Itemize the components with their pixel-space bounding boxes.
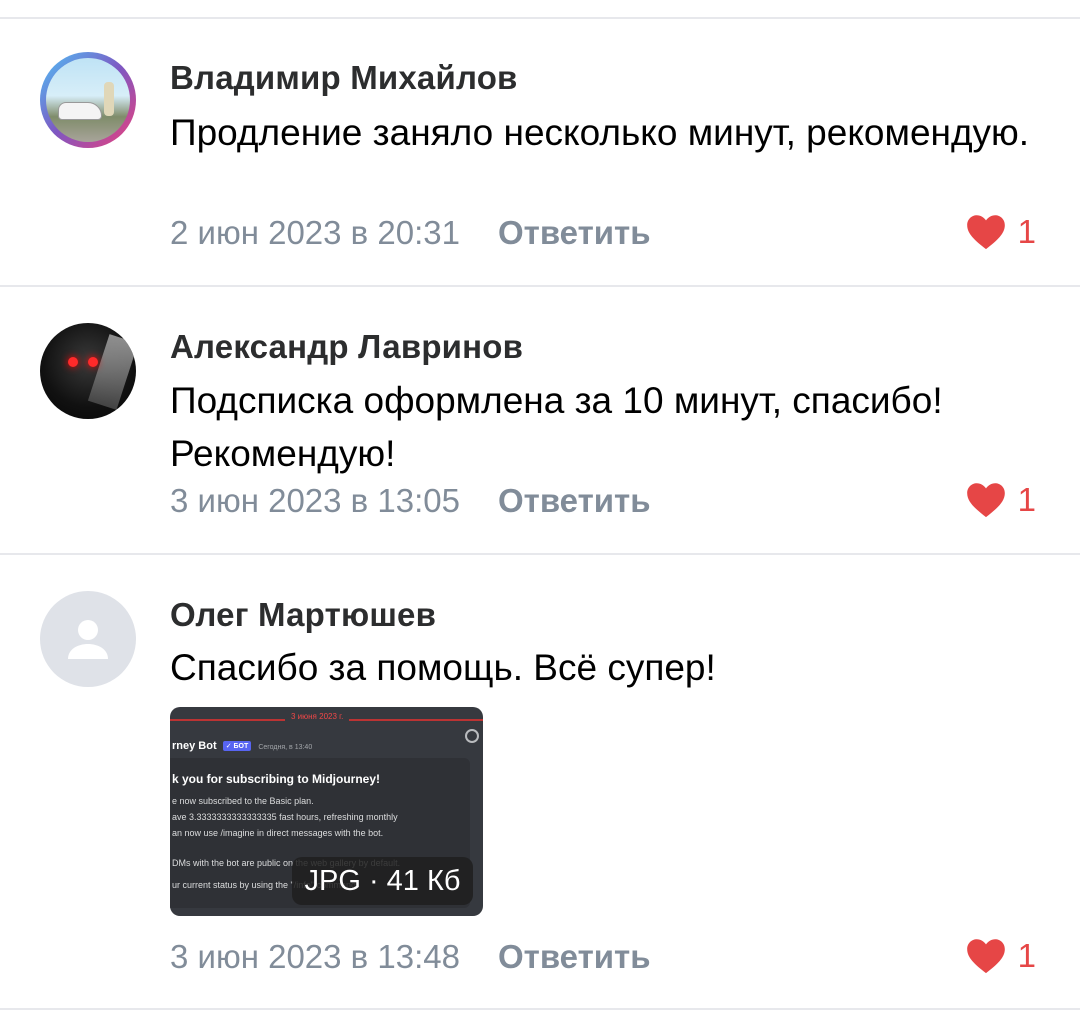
car-image [58, 102, 102, 120]
avatar-eye [68, 357, 78, 367]
like-button[interactable]: 1 [966, 481, 1036, 519]
avatar[interactable] [40, 323, 136, 419]
bot-badge: ✓ БОТ [222, 741, 252, 752]
comment-author[interactable]: Александр Лавринов [170, 328, 523, 366]
like-count: 1 [1017, 937, 1036, 974]
preview-line: an now use /imagine in direct messages w… [172, 828, 384, 838]
comment-item: Александр Лавринов Подсписка оформлена з… [0, 287, 1080, 553]
comment-author[interactable]: Олег Мартюшев [170, 596, 436, 634]
comment-date: 3 июн 2023 в 13:05 [170, 482, 460, 519]
avatar-eye [88, 357, 98, 367]
like-button[interactable]: 1 [966, 937, 1036, 975]
heart-icon [966, 939, 1005, 974]
comment-text: Продление заняло несколько минут, рекоме… [170, 112, 1030, 153]
like-button[interactable]: 1 [966, 213, 1036, 251]
avatar-photo [46, 58, 130, 142]
comment-author[interactable]: Владимир Михайлов [170, 59, 518, 97]
person-image [104, 82, 114, 116]
attachment-size-label: JPG · 41 Кб [292, 857, 473, 905]
preview-line: ave 3.3333333333333335 fast hours, refre… [172, 812, 398, 822]
reply-button[interactable]: Ответить [498, 482, 651, 520]
comment-text: Спасибо за помощь. Всё супер! [170, 647, 716, 688]
avatar[interactable] [40, 52, 136, 148]
reply-button[interactable]: Ответить [498, 938, 651, 976]
comment-date: 3 июн 2023 в 13:48 [170, 938, 460, 975]
like-count: 1 [1017, 481, 1036, 518]
like-count: 1 [1017, 213, 1036, 250]
image-attachment[interactable]: 3 июня 2023 г. rney Bot ✓ БОТ Сегодня, в… [170, 707, 483, 916]
user-silhouette-icon [68, 620, 108, 659]
emoji-icon [465, 729, 479, 743]
comments-feed: Владимир Михайлов Продление заняло неско… [0, 0, 1080, 1022]
heart-icon [966, 215, 1005, 250]
preview-heading: k you for subscribing to Midjourney! [172, 772, 381, 786]
comment-text: Подсписка оформлена за 10 минут, спасибо… [170, 380, 943, 474]
comment-item: Владимир Михайлов Продление заняло неско… [0, 18, 1080, 286]
avatar[interactable] [40, 591, 136, 687]
comment-item: Олег Мартюшев Спасибо за помощь. Всё суп… [0, 555, 1080, 1010]
preview-line: e now subscribed to the Basic plan. [172, 796, 314, 806]
reply-button[interactable]: Ответить [498, 214, 651, 252]
heart-icon [966, 483, 1005, 518]
preview-date-label: 3 июня 2023 г. [285, 712, 350, 721]
preview-bot-row: rney Bot ✓ БОТ Сегодня, в 13:40 [172, 740, 312, 752]
preview-bot-name: rney Bot [172, 740, 217, 752]
comment-date: 2 июн 2023 в 20:31 [170, 214, 460, 251]
avatar-streak [87, 334, 136, 410]
preview-time: Сегодня, в 13:40 [258, 744, 313, 751]
divider [0, 1008, 1080, 1010]
